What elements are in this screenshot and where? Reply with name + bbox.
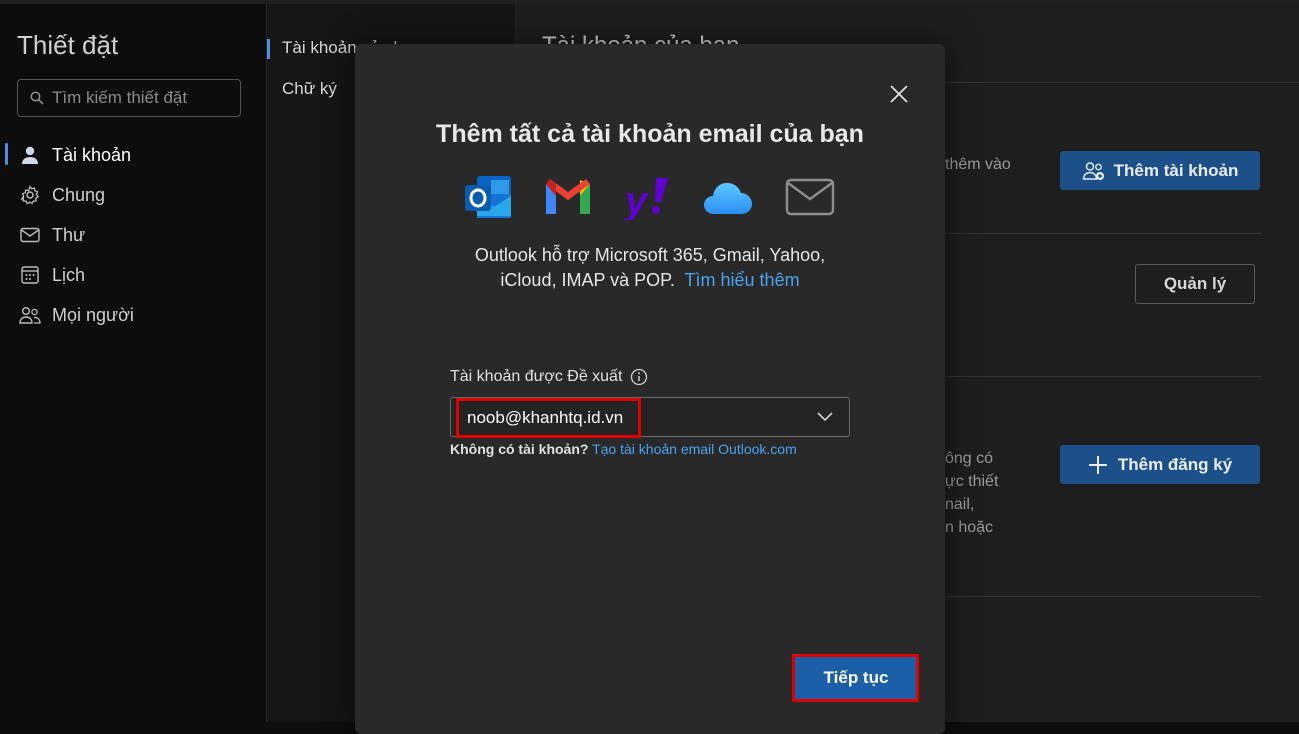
sidebar-item-mail[interactable]: Thư — [0, 217, 260, 253]
support-line-2: iCloud, IMAP và POP. Tìm hiểu thêm — [425, 268, 875, 293]
divider — [941, 233, 1261, 234]
support-line: Outlook hỗ trợ Microsoft 365, Gmail, Yah… — [474, 245, 826, 265]
outlook-icon — [465, 176, 511, 218]
support-line-text: iCloud, IMAP và POP. — [500, 270, 675, 290]
add-subscription-label: Thêm đăng ký — [1117, 454, 1233, 474]
person-icon — [19, 144, 41, 166]
add-account-label: Thêm tài khoản — [1113, 160, 1239, 180]
sidebar-item-label: Chung — [52, 184, 106, 205]
divider — [941, 596, 1261, 597]
info-icon[interactable] — [630, 368, 648, 386]
settings-sidebar: Thiết đặt Tìm kiếm thiết đặt Tài khoản C… — [0, 4, 267, 722]
generic-mail-icon — [785, 178, 835, 216]
no-account-text: Không có tài khoản? — [450, 441, 589, 457]
section-text-line: n hoặc — [945, 519, 994, 536]
gear-icon — [19, 184, 41, 206]
divider — [941, 376, 1261, 377]
mail-icon — [19, 224, 41, 246]
create-account-link[interactable]: Tạo tài khoản email Outlook.com — [592, 441, 797, 457]
sidebar-item-label: Mọi người — [52, 304, 134, 325]
add-account-button[interactable]: Thêm tài khoản — [1060, 151, 1260, 190]
search-icon — [30, 91, 44, 105]
sidebar-item-label: Tài khoản — [52, 144, 132, 165]
section-text-line: ông có — [945, 450, 994, 467]
plus-icon — [1088, 455, 1107, 474]
gmail-icon — [546, 179, 590, 214]
highlight-annotation — [792, 654, 919, 702]
suggested-account-label: Tài khoản được Đề xuất — [450, 368, 648, 386]
sidebar-item-people[interactable]: Mọi người — [0, 297, 260, 333]
search-placeholder: Tìm kiếm thiết đặt — [52, 88, 188, 107]
highlight-annotation — [456, 398, 641, 438]
section-text-line: nail, — [945, 496, 975, 513]
subnav-item-signature[interactable]: Chữ ký — [282, 79, 337, 99]
add-people-icon — [1082, 161, 1104, 180]
yahoo-icon: y — [623, 178, 668, 220]
calendar-icon — [19, 264, 41, 286]
sidebar-item-calendar[interactable]: Lịch — [0, 257, 260, 293]
settings-search-input[interactable]: Tìm kiếm thiết đặt — [17, 79, 241, 117]
section-text-line: ực thiết — [945, 473, 999, 490]
close-icon[interactable] — [888, 83, 910, 105]
sidebar-item-label: Lịch — [52, 264, 86, 285]
people-icon — [19, 304, 41, 326]
field-label-text: Tài khoản được Đề xuất — [450, 368, 623, 385]
section-text: thêm vào — [945, 156, 1011, 173]
svg-text:y: y — [623, 179, 649, 220]
icloud-icon — [704, 183, 752, 214]
manage-button[interactable]: Quản lý — [1135, 264, 1255, 304]
sidebar-item-label: Thư — [52, 224, 86, 245]
learn-more-link[interactable]: Tìm hiểu thêm — [685, 270, 800, 290]
no-account-row: Không có tài khoản? Tạo tài khoản email … — [450, 441, 797, 457]
sidebar-item-accounts[interactable]: Tài khoản — [0, 137, 260, 173]
support-description: Outlook hỗ trợ Microsoft 365, Gmail, Yah… — [425, 243, 875, 293]
settings-title: Thiết đặt — [17, 30, 119, 60]
add-account-dialog: Thêm tất cả tài khoản email của bạn y Ou… — [355, 44, 945, 734]
sidebar-item-general[interactable]: Chung — [0, 177, 260, 213]
dialog-title: Thêm tất cả tài khoản email của bạn — [436, 120, 864, 148]
subnav-active-indicator — [267, 39, 270, 59]
add-subscription-button[interactable]: Thêm đăng ký — [1060, 445, 1260, 484]
chevron-down-icon — [817, 412, 833, 422]
